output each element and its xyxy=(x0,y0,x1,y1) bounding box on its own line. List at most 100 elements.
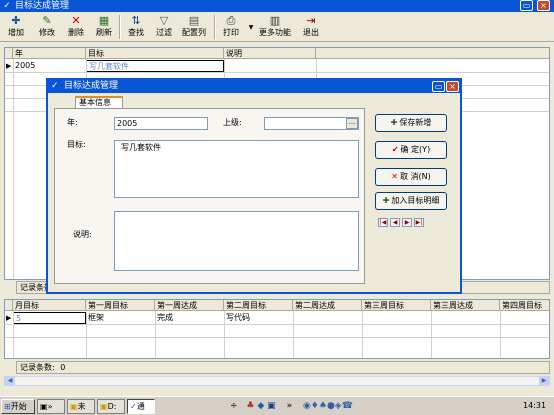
windows-icon: ⊞ xyxy=(4,402,11,411)
grid-line xyxy=(5,72,549,73)
folder-icon: ▣ xyxy=(100,402,108,411)
column-header-month-goal[interactable]: 月目标 xyxy=(13,300,86,311)
grid-line xyxy=(5,337,549,338)
cell-week4-goal[interactable] xyxy=(500,312,549,324)
last-record-icon[interactable]: ▶| xyxy=(414,218,424,227)
next-record-icon[interactable]: ▶ xyxy=(402,218,412,227)
tray-icons[interactable]: ÷ ♣ ◆ ▣ » ◉♦♠●◈☎ xyxy=(230,398,353,414)
ok-button[interactable]: ✔ 确 定(Y) xyxy=(375,141,447,159)
weekly-grid[interactable]: 月目标 第一周目标 第一周达成 第二周目标 第二周达成 第三周目标 第三周达成 … xyxy=(4,299,550,359)
record-count-label: 记录条数: xyxy=(20,363,55,372)
app-icon: ✓ xyxy=(3,1,11,11)
app-icon: ✓ xyxy=(130,402,137,411)
year-label: 年: xyxy=(67,118,78,127)
cell-month-goal[interactable]: 5 xyxy=(13,312,86,324)
grid-line xyxy=(13,311,14,358)
config-icon: ▤ xyxy=(188,14,200,27)
cell-week1-goal[interactable]: 框架 xyxy=(86,312,155,324)
row-header-corner xyxy=(5,48,13,59)
year-input[interactable]: 2005 xyxy=(114,117,208,130)
parent-input[interactable] xyxy=(264,117,359,130)
cell-week2-done[interactable] xyxy=(293,312,362,324)
cell-week1-done[interactable]: 完成 xyxy=(155,312,224,324)
goal-textarea[interactable]: 写几套软件 xyxy=(114,140,359,198)
column-header-week3-goal[interactable]: 第三周目标 xyxy=(362,300,431,311)
column-header-note[interactable]: 说明 xyxy=(224,48,316,59)
grid-line xyxy=(500,311,501,358)
quicklaunch-icon: ▣ xyxy=(40,402,48,411)
edit-icon: ✎ xyxy=(42,14,52,27)
scroll-right-icon[interactable]: ▶ xyxy=(539,377,549,385)
exit-button[interactable]: ⇥ 退出 xyxy=(298,13,324,41)
close-icon[interactable]: × xyxy=(537,0,550,11)
column-header-goal[interactable]: 目标 xyxy=(86,48,224,59)
cell-note[interactable] xyxy=(224,60,316,72)
print-button[interactable]: ⎙ 打印 xyxy=(218,13,244,41)
toolbar-separator xyxy=(119,15,121,39)
column-header-week4-goal[interactable]: 第四周目标 xyxy=(500,300,549,311)
record-count-value: 0 xyxy=(60,363,66,372)
column-header-week1-done[interactable]: 第一周达成 xyxy=(155,300,224,311)
delete-icon: ✕ xyxy=(71,14,81,27)
network-icon: ♣ xyxy=(246,401,255,411)
scroll-left-icon[interactable]: ◀ xyxy=(5,377,15,385)
grid-line xyxy=(155,311,156,358)
config-columns-button[interactable]: ▤ 配置列 xyxy=(178,13,210,41)
column-header-week1-goal[interactable]: 第一周目标 xyxy=(86,300,155,311)
record-navigator: |◀ ◀ ▶ ▶| xyxy=(378,218,430,228)
taskbar-item[interactable]: ▣» xyxy=(37,399,65,414)
edit-button[interactable]: ✎ 修改 xyxy=(33,13,61,41)
row-header-corner xyxy=(5,300,13,311)
delete-button[interactable]: ✕ 删除 xyxy=(62,13,90,41)
column-header-week2-done[interactable]: 第二周达成 xyxy=(293,300,362,311)
taskbar-item-active[interactable]: ✓通 xyxy=(127,399,155,414)
save-icon: ✚ xyxy=(390,118,398,127)
window-title: 目标达成管理 xyxy=(15,1,70,11)
refresh-button[interactable]: ▦ 刷新 xyxy=(90,13,118,41)
minimize-icon[interactable]: ▭ xyxy=(520,0,533,11)
toolbar: ✚ 增加 ✎ 修改 ✕ 删除 ▦ 刷新 ⇅ 查找 ▽ 过滤 ▤ 配置列 ⎙ 打印… xyxy=(0,12,554,42)
volume-icon: ÷ xyxy=(230,401,238,411)
column-header-year[interactable]: 年 xyxy=(13,48,86,59)
parent-browse-button[interactable]: ... xyxy=(346,118,358,129)
cancel-button[interactable]: ✕ 取 消(N) xyxy=(375,168,447,186)
prev-record-icon[interactable]: ◀ xyxy=(390,218,400,227)
clock: 14:31 xyxy=(523,401,547,410)
taskbar: ⊞开始 ▣» ▣未 ▣D: ✓通 ÷ ♣ ◆ ▣ » ◉♦♠●◈☎ 14:31 xyxy=(0,396,554,415)
dict-icon: ▣ xyxy=(267,401,276,411)
note-textarea[interactable] xyxy=(114,211,359,271)
row-indicator-icon: ▶ xyxy=(6,62,12,70)
cell-week3-done[interactable] xyxy=(431,312,500,324)
search-button[interactable]: ⇅ 查找 xyxy=(122,13,150,41)
print-dropdown[interactable]: ▼ xyxy=(244,13,254,41)
grid-line xyxy=(13,59,14,279)
column-header-week2-goal[interactable]: 第二周目标 xyxy=(224,300,293,311)
horizontal-scrollbar[interactable]: ◀ ▶ xyxy=(4,376,550,386)
taskbar-item[interactable]: ▣D: xyxy=(97,399,125,414)
dialog-close-icon[interactable]: × xyxy=(446,81,459,92)
cell-week3-goal[interactable] xyxy=(362,312,431,324)
column-header-empty xyxy=(316,48,549,59)
more-functions-button[interactable]: ▥ 更多功能 xyxy=(256,13,294,41)
add-button[interactable]: ✚ 增加 xyxy=(2,13,30,41)
cross-icon: ✕ xyxy=(391,172,398,181)
taskbar-item[interactable]: ▣未 xyxy=(67,399,95,414)
column-header-week3-done[interactable]: 第三周达成 xyxy=(431,300,500,311)
parent-label: 上级: xyxy=(223,118,242,127)
start-button[interactable]: ⊞开始 xyxy=(1,399,35,414)
add-detail-button[interactable]: ✚ 加入目标明细 xyxy=(375,192,447,210)
save-new-button[interactable]: ✚ 保存新增 xyxy=(375,114,447,132)
cell-week2-goal[interactable]: 写代码 xyxy=(224,312,293,324)
filter-icon: ▽ xyxy=(159,14,169,27)
cell-goal[interactable]: 写几套软件 xyxy=(86,60,224,72)
add-icon: ✚ xyxy=(11,14,21,27)
grid-line xyxy=(5,324,549,325)
status-bar-bottom: 记录条数: 0 xyxy=(16,361,550,374)
filter-button[interactable]: ▽ 过滤 xyxy=(150,13,178,41)
dialog-minimize-icon[interactable]: ▭ xyxy=(432,81,445,92)
ime-icons: ◉♦♠●◈☎ xyxy=(302,401,353,411)
grid-line xyxy=(86,311,87,358)
grid-line xyxy=(431,311,432,358)
first-record-icon[interactable]: |◀ xyxy=(378,218,388,227)
cell-year[interactable]: 2005 xyxy=(13,60,86,72)
